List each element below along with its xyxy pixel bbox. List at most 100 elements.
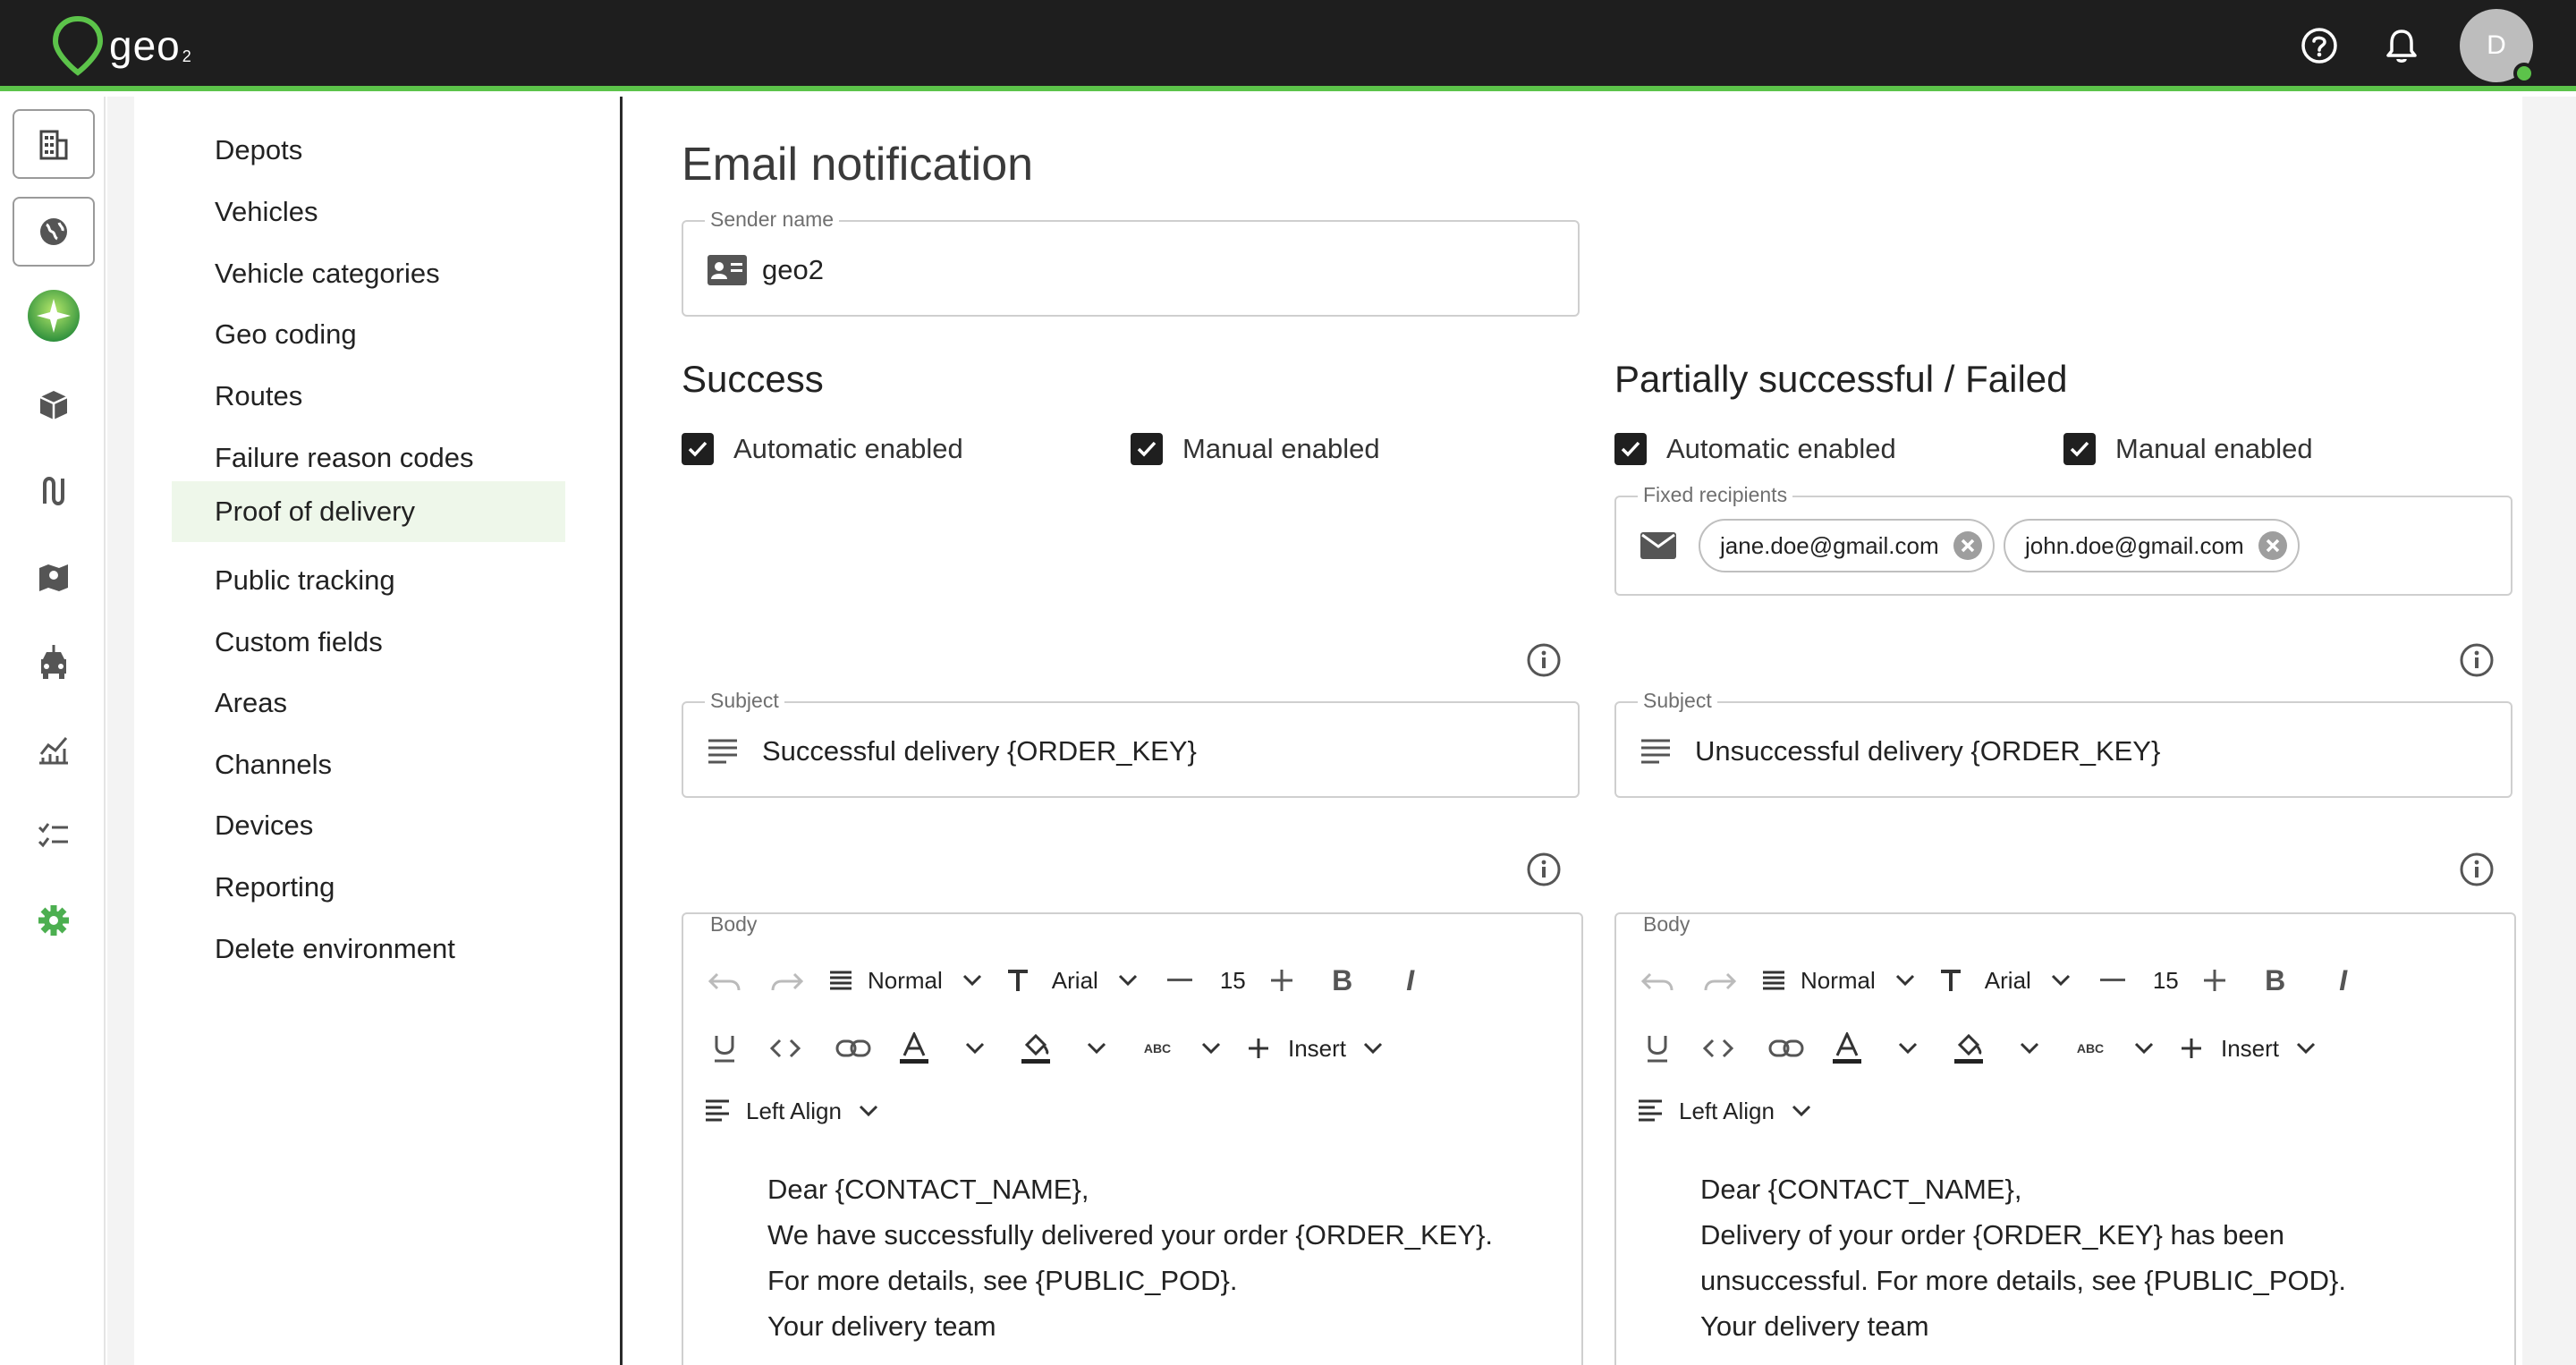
recipient-chip[interactable]: john.doe@gmail.com (2004, 519, 2300, 572)
block-type-select[interactable]: Normal (868, 967, 943, 995)
rail-item-orders[interactable] (13, 370, 95, 440)
code-button[interactable] (1684, 1022, 1752, 1075)
remove-chip-icon[interactable] (1952, 530, 1984, 562)
nav-item-devices[interactable]: Devices (172, 795, 565, 856)
checkbox-checked[interactable] (2063, 433, 2096, 465)
success-body-editor[interactable]: Body Normal Arial 15 B I ABC Insert Left… (682, 912, 1583, 1365)
user-avatar[interactable]: D (2460, 9, 2535, 84)
checkbox-checked[interactable] (1614, 433, 1647, 465)
chevron-down-icon[interactable] (2117, 1022, 2171, 1075)
underline-button[interactable] (1631, 1022, 1684, 1075)
chevron-down-icon[interactable] (1885, 954, 1926, 1007)
redo-button[interactable] (751, 954, 823, 1007)
font-size-value[interactable]: 15 (2153, 967, 2179, 995)
chevron-down-icon[interactable] (1355, 1022, 1391, 1075)
nav-item-custom-fields[interactable]: Custom fields (172, 612, 565, 673)
decrease-font-size-button[interactable] (2081, 954, 2144, 1007)
rail-item-globe[interactable] (13, 197, 95, 267)
redo-button[interactable] (1684, 954, 1756, 1007)
font-family-select[interactable]: Arial (1052, 967, 1098, 995)
success-manual-checkbox[interactable]: Manual enabled (1131, 433, 1380, 465)
link-button[interactable] (1752, 1022, 1820, 1075)
code-button[interactable] (751, 1022, 819, 1075)
nav-item-depots[interactable]: Depots (172, 120, 565, 181)
chevron-down-icon[interactable] (1184, 1022, 1238, 1075)
link-button[interactable] (819, 1022, 887, 1075)
chevron-down-icon[interactable] (941, 1022, 1009, 1075)
app-logo[interactable]: geo 2 (52, 14, 191, 77)
nav-item-public-tracking[interactable]: Public tracking (172, 550, 565, 611)
highlight-color-button[interactable] (1009, 1022, 1063, 1075)
recipient-chip[interactable]: jane.doe@gmail.com (1699, 519, 1995, 572)
spellcheck-button[interactable]: ABC (1131, 1022, 1184, 1075)
font-color-button[interactable] (1820, 1022, 1874, 1075)
nav-item-routes[interactable]: Routes (172, 366, 565, 427)
highlight-color-button[interactable] (1942, 1022, 1996, 1075)
underline-button[interactable] (698, 1022, 751, 1075)
alignment-select[interactable]: Left Align (746, 1098, 842, 1125)
failed-automatic-checkbox[interactable]: Automatic enabled (1614, 433, 1896, 465)
rail-item-settings[interactable] (13, 886, 95, 955)
help-icon[interactable] (2299, 25, 2340, 66)
block-type-select[interactable]: Normal (1801, 967, 1876, 995)
font-family-select[interactable]: Arial (1985, 967, 2031, 995)
bold-button[interactable]: B (1309, 954, 1377, 1007)
failed-body-content[interactable]: Dear {CONTACT_NAME}, Delivery of your or… (1700, 1166, 2346, 1349)
info-icon[interactable] (1526, 642, 1562, 678)
remove-chip-icon[interactable] (2257, 530, 2289, 562)
checkbox-checked[interactable] (682, 433, 714, 465)
chevron-down-icon[interactable] (851, 1084, 886, 1138)
italic-button[interactable]: I (2309, 954, 2377, 1007)
bold-button[interactable]: B (2241, 954, 2309, 1007)
font-size-value[interactable]: 15 (1220, 967, 1246, 995)
increase-font-size-button[interactable] (1255, 954, 1309, 1007)
rail-item-analytics[interactable] (13, 714, 95, 784)
failed-body-editor[interactable]: Body Normal Arial 15 B I ABC Insert Left… (1614, 912, 2516, 1365)
rail-item-vehicles[interactable] (13, 628, 95, 698)
failed-subject-field[interactable]: Subject Unsuccessful delivery {ORDER_KEY… (1614, 689, 2512, 798)
nav-item-failure-reason-codes[interactable]: Failure reason codes (172, 428, 565, 488)
nav-item-areas[interactable]: Areas (172, 673, 565, 733)
chevron-down-icon[interactable] (1996, 1022, 2063, 1075)
chevron-down-icon[interactable] (2288, 1022, 2324, 1075)
success-body-content[interactable]: Dear {CONTACT_NAME}, We have successfull… (767, 1166, 1493, 1349)
fixed-recipients-field[interactable]: Fixed recipients jane.doe@gmail.com john… (1614, 483, 2512, 596)
font-color-button[interactable] (887, 1022, 941, 1075)
sender-name-field[interactable]: Sender name geo2 (682, 208, 1580, 317)
nav-item-geo-coding[interactable]: Geo coding (172, 304, 565, 365)
nav-item-reporting[interactable]: Reporting (172, 857, 565, 918)
insert-menu[interactable]: Insert (1288, 1035, 1346, 1063)
chevron-down-icon[interactable] (952, 954, 993, 1007)
rail-item-routes[interactable] (13, 456, 95, 526)
rail-item-depots[interactable] (13, 109, 95, 179)
rail-item-tasks[interactable] (13, 800, 95, 869)
info-icon[interactable] (1526, 852, 1562, 887)
nav-item-channels[interactable]: Channels (172, 734, 565, 795)
nav-item-vehicle-categories[interactable]: Vehicle categories (172, 243, 565, 304)
chevron-down-icon[interactable] (1874, 1022, 1942, 1075)
success-automatic-checkbox[interactable]: Automatic enabled (682, 433, 963, 465)
insert-menu[interactable]: Insert (2221, 1035, 2279, 1063)
nav-item-delete-environment[interactable]: Delete environment (172, 919, 565, 979)
info-icon[interactable] (2459, 642, 2495, 678)
success-subject-field[interactable]: Subject Successful delivery {ORDER_KEY} (682, 689, 1580, 798)
chevron-down-icon[interactable] (2040, 954, 2081, 1007)
chevron-down-icon[interactable] (1063, 1022, 1131, 1075)
alignment-select[interactable]: Left Align (1679, 1098, 1775, 1125)
rail-item-ai[interactable] (13, 281, 95, 351)
undo-button[interactable] (1631, 954, 1684, 1007)
info-icon[interactable] (2459, 852, 2495, 887)
increase-font-size-button[interactable] (2188, 954, 2241, 1007)
failed-manual-checkbox[interactable]: Manual enabled (2063, 433, 2313, 465)
nav-item-vehicles[interactable]: Vehicles (172, 182, 565, 242)
italic-button[interactable]: I (1377, 954, 1445, 1007)
nav-item-proof-of-delivery[interactable]: Proof of delivery (172, 481, 565, 542)
spellcheck-button[interactable]: ABC (2063, 1022, 2117, 1075)
rail-item-map[interactable] (13, 542, 95, 612)
chevron-down-icon[interactable] (1107, 954, 1148, 1007)
checkbox-checked[interactable] (1131, 433, 1163, 465)
chevron-down-icon[interactable] (1784, 1084, 1819, 1138)
undo-button[interactable] (698, 954, 751, 1007)
notification-bell-icon[interactable] (2381, 25, 2422, 66)
decrease-font-size-button[interactable] (1148, 954, 1211, 1007)
